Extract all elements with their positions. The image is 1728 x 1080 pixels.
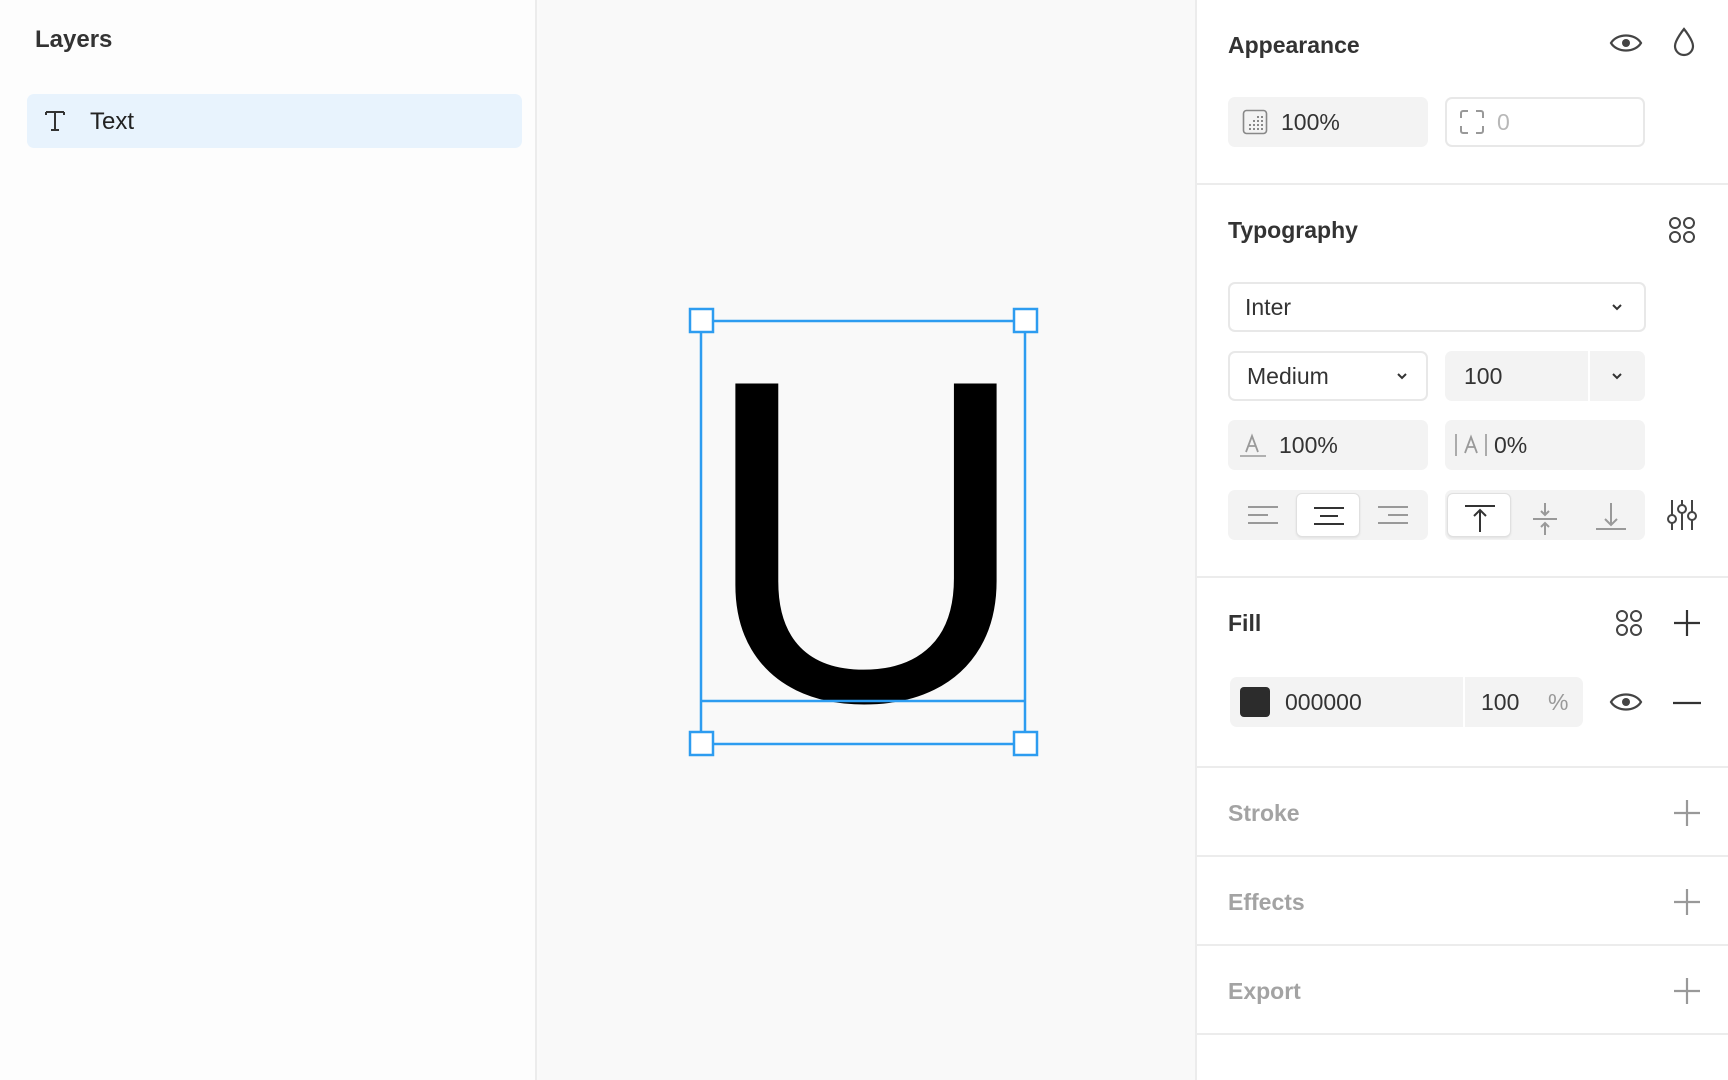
line-height-icon	[1240, 433, 1266, 457]
appearance-section: Appearance 100% 0	[1197, 0, 1728, 185]
fill-section: Fill 000000 100 %	[1197, 578, 1728, 768]
resize-handle-top-right[interactable]	[1012, 307, 1039, 334]
align-left-button[interactable]	[1231, 493, 1295, 537]
line-height-field[interactable]: 100%	[1228, 420, 1428, 470]
canvas[interactable]: U	[539, 0, 1195, 1080]
align-center-button[interactable]	[1296, 493, 1360, 537]
text-type-icon	[45, 111, 65, 131]
align-right-icon	[1378, 506, 1408, 524]
align-middle-icon	[1533, 503, 1557, 535]
effects-section: Effects	[1197, 857, 1728, 946]
export-title: Export	[1228, 978, 1301, 1004]
stroke-section: Stroke	[1197, 768, 1728, 857]
blend-mode-drop-icon[interactable]	[1672, 26, 1696, 58]
text-styles-grid-icon[interactable]	[1667, 215, 1697, 245]
fill-styles-grid-icon[interactable]	[1614, 608, 1644, 638]
add-effect-plus-icon[interactable]	[1673, 888, 1701, 916]
fill-visibility-eye-icon[interactable]	[1609, 689, 1643, 715]
text-settings-sliders-icon[interactable]	[1667, 498, 1697, 532]
font-size-field[interactable]: 100	[1445, 351, 1645, 401]
fill-title: Fill	[1228, 610, 1262, 636]
align-left-icon	[1248, 506, 1278, 524]
opacity-field[interactable]: 100%	[1228, 97, 1428, 147]
resize-handle-top-left[interactable]	[688, 307, 715, 334]
fill-color-swatch[interactable]	[1240, 687, 1270, 717]
resize-handle-bottom-left[interactable]	[688, 730, 715, 757]
add-stroke-plus-icon[interactable]	[1673, 799, 1701, 827]
corner-radius-value: 0	[1497, 109, 1510, 135]
line-height-value: 100%	[1279, 432, 1338, 458]
fill-hex-value: 000000	[1285, 689, 1362, 715]
chevron-down-icon	[1612, 304, 1622, 311]
letter-spacing-value: 0%	[1494, 432, 1528, 458]
font-weight-value: Medium	[1247, 363, 1329, 389]
corner-radius-icon	[1460, 110, 1484, 134]
chevron-down-icon	[1397, 373, 1407, 380]
layers-title: Layers	[35, 26, 113, 53]
align-top-icon	[1465, 505, 1495, 532]
letter-spacing-field[interactable]: 0%	[1445, 420, 1645, 470]
layer-item-label: Text	[90, 108, 135, 135]
add-fill-plus-icon[interactable]	[1673, 609, 1701, 637]
add-export-plus-icon[interactable]	[1673, 977, 1701, 1005]
letter-spacing-icon	[1455, 434, 1487, 456]
resize-handle-bottom-right[interactable]	[1012, 730, 1039, 757]
properties-panel: Appearance 100% 0 Typography Inter Mediu…	[1195, 0, 1728, 1080]
align-bottom-button[interactable]	[1579, 493, 1643, 537]
canvas-text-glyph[interactable]: U	[700, 285, 1032, 798]
effects-title: Effects	[1228, 889, 1305, 915]
opacity-value: 100%	[1281, 109, 1340, 135]
layers-panel: Layers Text	[0, 0, 537, 1080]
align-middle-button[interactable]	[1513, 493, 1577, 537]
stroke-title: Stroke	[1228, 800, 1300, 826]
font-family-value: Inter	[1245, 294, 1292, 320]
appearance-title: Appearance	[1228, 32, 1360, 58]
typography-section: Typography Inter Medium 100 100% 0%	[1197, 185, 1728, 578]
vertical-align-group	[1445, 490, 1645, 540]
opacity-icon	[1242, 109, 1268, 135]
corner-radius-field[interactable]: 0	[1445, 97, 1645, 147]
font-family-select[interactable]: Inter	[1228, 282, 1646, 332]
export-section: Export	[1197, 946, 1728, 1035]
font-size-value: 100	[1464, 363, 1503, 389]
align-bottom-icon	[1596, 503, 1626, 530]
fill-color-field[interactable]: 000000 100 %	[1230, 677, 1583, 727]
layer-item-text[interactable]: Text	[27, 94, 522, 148]
fill-opacity-unit: %	[1548, 689, 1569, 715]
visibility-eye-icon[interactable]	[1609, 30, 1643, 56]
text-align-group	[1228, 490, 1428, 540]
align-top-button[interactable]	[1447, 493, 1511, 537]
font-weight-select[interactable]: Medium	[1228, 351, 1428, 401]
align-right-button[interactable]	[1361, 493, 1425, 537]
fill-opacity-value: 100	[1481, 689, 1520, 715]
remove-fill-minus-icon[interactable]	[1672, 701, 1702, 705]
align-center-icon	[1314, 507, 1344, 525]
typography-title: Typography	[1228, 217, 1358, 243]
font-size-dropdown-chevron-icon[interactable]	[1610, 371, 1624, 381]
